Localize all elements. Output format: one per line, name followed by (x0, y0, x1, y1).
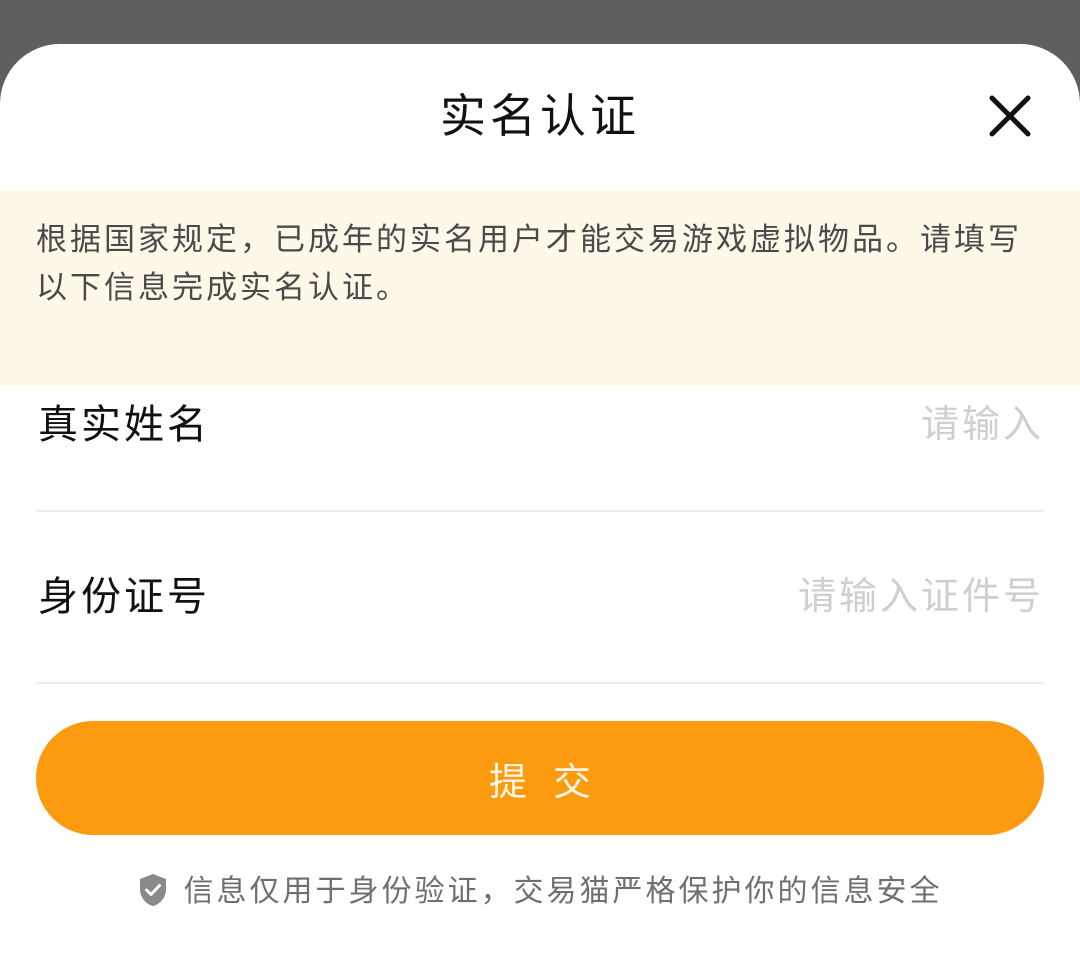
close-button[interactable] (984, 90, 1036, 142)
close-icon (989, 95, 1031, 137)
shield-check-icon (139, 874, 166, 906)
id-number-row: 身份证号 (36, 512, 1044, 684)
dialog-title: 实名认证 (440, 89, 640, 143)
id-number-label: 身份证号 (38, 574, 210, 620)
real-name-input[interactable] (524, 396, 1044, 452)
real-name-verification-dialog: 实名认证 根据国家规定，已成年的实名用户才能交易游戏虚拟物品。请填写以下信息完成… (0, 44, 1080, 954)
privacy-note-text: 信息仅用于身份验证，交易猫严格保护你的信息安全 (183, 874, 943, 909)
id-number-input[interactable] (524, 568, 1044, 624)
dialog-header: 实名认证 (0, 44, 1080, 190)
submit-button[interactable]: 提交 (36, 721, 1044, 835)
real-name-label: 真实姓名 (38, 402, 210, 448)
notice-text: 根据国家规定，已成年的实名用户才能交易游戏虚拟物品。请填写以下信息完成实名认证。 (36, 222, 1022, 306)
privacy-note: 信息仅用于身份验证，交易猫严格保护你的信息安全 (0, 870, 1080, 914)
real-name-row: 真实姓名 (36, 340, 1044, 512)
